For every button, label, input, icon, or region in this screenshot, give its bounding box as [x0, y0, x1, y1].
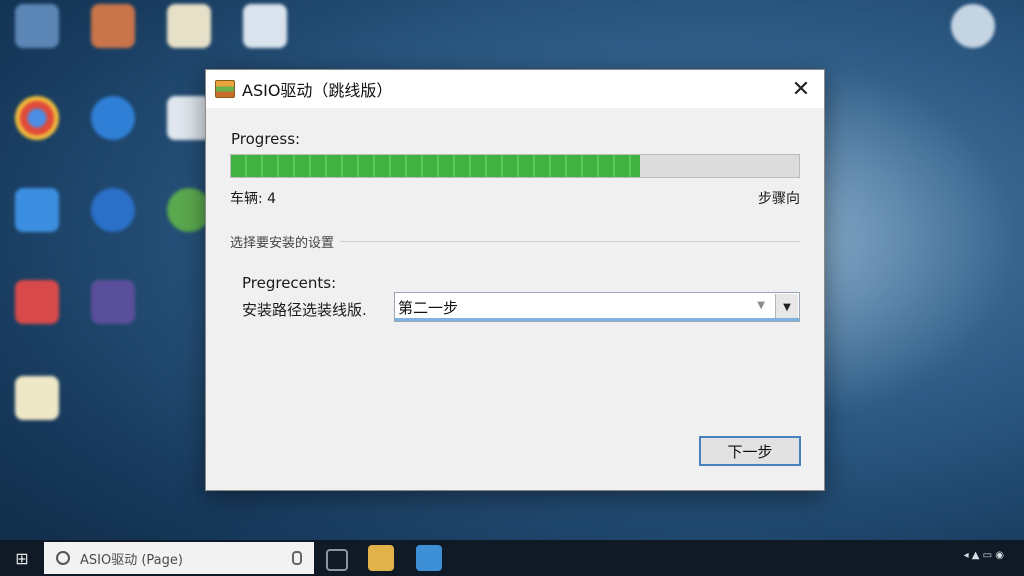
installer-window: ASIO驱动（跳线版） ✕ Progress: 车辆: 4 步骤向 选择要安装的…: [205, 69, 825, 491]
desktop-icon[interactable]: [228, 4, 302, 48]
desktop-icon[interactable]: [76, 96, 150, 140]
start-button[interactable]: ⊞: [0, 540, 44, 576]
install-path-label: 安装路径选装线版.: [242, 301, 367, 319]
system-tray[interactable]: ◂ ▲ ▭ ◉: [964, 550, 1004, 561]
gear-icon[interactable]: [936, 4, 1010, 48]
desktop-icon[interactable]: [0, 4, 74, 48]
task-view-icon[interactable]: [326, 549, 348, 571]
taskbar-search[interactable]: ASIO驱动 (Page): [44, 542, 314, 574]
chevron-down-icon: ▼: [783, 301, 791, 313]
file-explorer-icon[interactable]: [368, 545, 394, 571]
close-button[interactable]: ✕: [778, 70, 824, 108]
desktop-icon[interactable]: [0, 376, 74, 420]
search-icon: [56, 551, 70, 565]
desktop-icon[interactable]: [0, 188, 74, 232]
progress-fill: [231, 155, 640, 177]
microphone-icon[interactable]: [292, 551, 302, 565]
section-label: 选择要安装的设置: [230, 232, 341, 251]
dropdown-button[interactable]: ▼: [775, 294, 798, 320]
title-bar[interactable]: ASIO驱动（跳线版） ✕: [206, 70, 824, 108]
focus-underline: [395, 318, 799, 321]
search-text: ASIO驱动 (Page): [80, 552, 183, 568]
desktop-icon[interactable]: [76, 4, 150, 48]
status-right: 步骤向: [758, 191, 800, 207]
taskbar: ⊞ ASIO驱动 (Page) ◂ ▲ ▭ ◉: [0, 540, 1024, 576]
next-button[interactable]: 下一步: [699, 436, 801, 466]
app-taskbar-icon[interactable]: [416, 545, 442, 571]
progress-bar: [230, 154, 800, 178]
windows-icon: ⊞: [15, 548, 29, 568]
window-title: ASIO驱动（跳线版）: [242, 81, 393, 100]
desktop-icon[interactable]: [152, 4, 226, 48]
desktop-icon[interactable]: [0, 280, 74, 324]
desktop-icon[interactable]: [76, 188, 150, 232]
chevron-down-icon: ▼: [757, 300, 765, 311]
desktop-icon[interactable]: [76, 280, 150, 324]
desktop-icon[interactable]: [0, 96, 74, 140]
close-icon: ✕: [791, 76, 811, 102]
options-label: Pregrecents:: [242, 274, 337, 292]
install-path-select[interactable]: 第二一步 ▼ ▼: [394, 292, 800, 322]
app-icon: [215, 80, 235, 98]
select-value: 第二一步: [398, 299, 459, 317]
progress-label: Progress:: [231, 130, 301, 148]
status-left: 车辆: 4: [230, 191, 277, 207]
